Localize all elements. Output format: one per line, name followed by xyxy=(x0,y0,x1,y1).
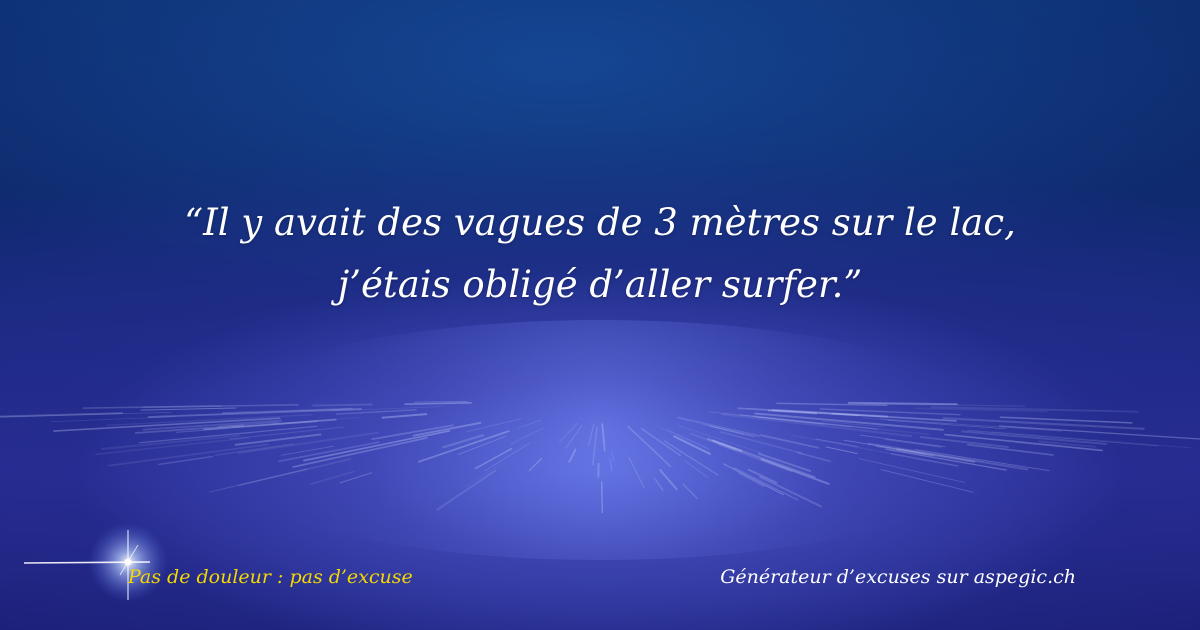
light-streak xyxy=(414,401,468,403)
light-streak xyxy=(142,405,222,409)
tagline: Pas de douleur : pas d’excuse xyxy=(128,566,413,588)
light-streak xyxy=(990,431,1192,449)
quote-line-2: j’étais obligé d’aller surfer.” xyxy=(337,263,863,306)
excuse-card: “Il y avait des vagues de 3 mètres sur l… xyxy=(0,0,1200,630)
light-streak xyxy=(847,401,958,406)
quote-line-1: “Il y avait des vagues de 3 mètres sur l… xyxy=(184,201,1016,244)
light-streak xyxy=(601,481,603,514)
generator-credit: Générateur d’excuses sur aspegic.ch xyxy=(720,566,1076,588)
light-streak xyxy=(312,403,373,407)
excuse-quote: “Il y avait des vagues de 3 mètres sur l… xyxy=(0,192,1200,316)
